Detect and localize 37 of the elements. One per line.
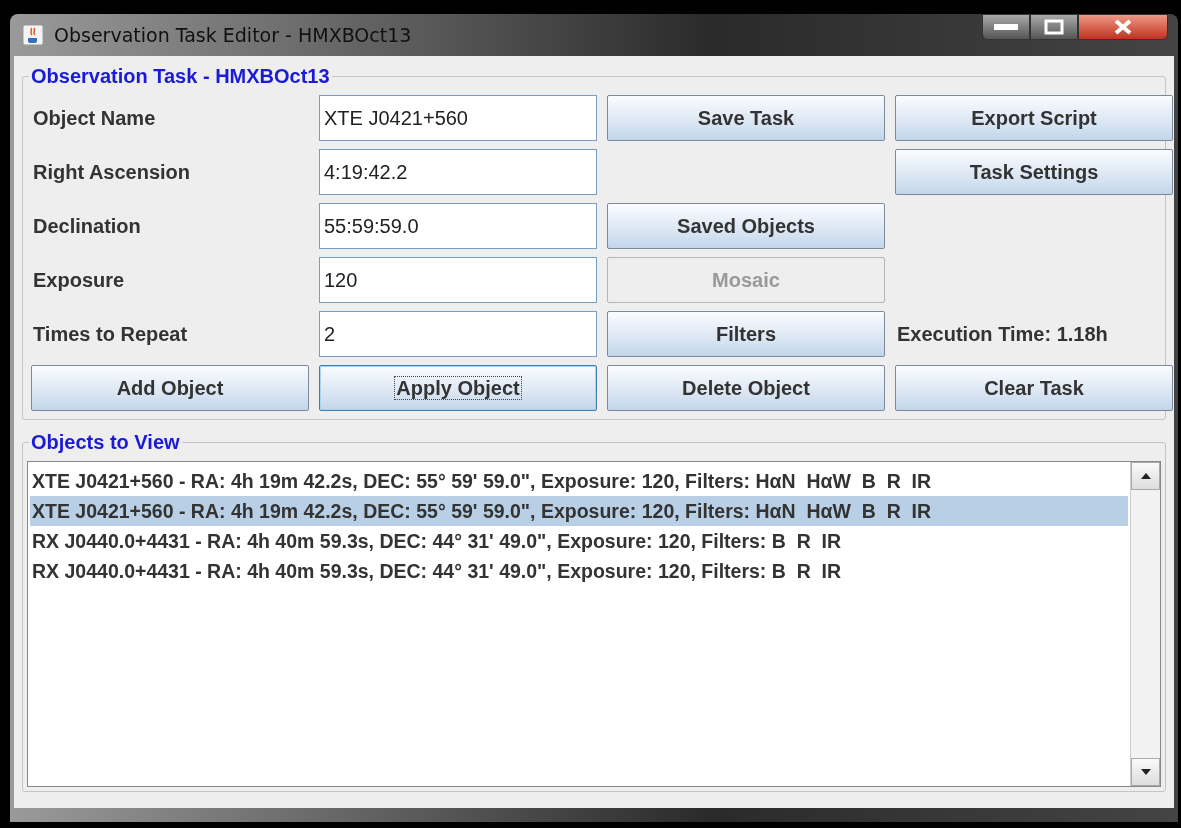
up-arrow-icon	[1139, 472, 1152, 480]
list-item[interactable]: RX J0440.0+4431 - RA: 4h 40m 59.3s, DEC: 44° 31' 49.0", Exposure: 120, Filters: B R IR	[30, 526, 1128, 556]
input-field[interactable]: 4:19:42.2	[319, 149, 597, 195]
button[interactable]: Task Settings	[895, 149, 1173, 195]
button[interactable]: Delete Object	[607, 365, 885, 411]
down-arrow-icon	[1139, 768, 1152, 776]
minimize-icon	[993, 23, 1019, 31]
input-field[interactable]: 55:59:59.0	[319, 203, 597, 249]
input-field[interactable]: 120	[319, 257, 597, 303]
field-label: Object Name	[32, 106, 157, 131]
scroll-down-button[interactable]	[1131, 758, 1160, 786]
coffee-cup-icon	[22, 24, 44, 46]
list-item[interactable]: XTE J0421+560 - RA: 4h 19m 42.2s, DEC: 55° 59' 59.0", Exposure: 120, Filters: HαN HαW B R IR	[30, 496, 1128, 526]
minimize-button[interactable]	[982, 14, 1030, 40]
list-item[interactable]: RX J0440.0+4431 - RA: 4h 40m 59.3s, DEC: 44° 31' 49.0", Exposure: 120, Filters: B R IR	[30, 556, 1128, 586]
close-button[interactable]	[1078, 14, 1168, 40]
input-field[interactable]: 2	[319, 311, 597, 357]
button[interactable]: Add Object	[31, 365, 309, 411]
button[interactable]: Filters	[607, 311, 885, 357]
button[interactable]: Export Script	[895, 95, 1173, 141]
button[interactable]: Apply Object	[319, 365, 597, 411]
button[interactable]: Save Task	[607, 95, 885, 141]
field-label: Declination	[32, 214, 142, 239]
scrollbar[interactable]	[1130, 462, 1160, 786]
field-label: Exposure	[32, 268, 126, 293]
close-icon	[1113, 18, 1133, 36]
window-title: Observation Task Editor - HMXBOct13	[54, 22, 412, 48]
field-label: Times to Repeat	[32, 322, 189, 347]
field-label: Right Ascension	[32, 160, 192, 185]
maximize-icon	[1044, 19, 1064, 35]
maximize-button[interactable]	[1030, 14, 1078, 40]
button[interactable]: Saved Objects	[607, 203, 885, 249]
list-item[interactable]: XTE J0421+560 - RA: 4h 19m 42.2s, DEC: 55° 59' 59.0", Exposure: 120, Filters: HαN HαW B R IR	[30, 466, 1128, 496]
button[interactable]: Clear Task	[895, 365, 1173, 411]
input-field[interactable]: XTE J0421+560	[319, 95, 597, 141]
field-label: Execution Time: 1.18h	[896, 322, 1109, 347]
scroll-up-button[interactable]	[1131, 462, 1160, 490]
